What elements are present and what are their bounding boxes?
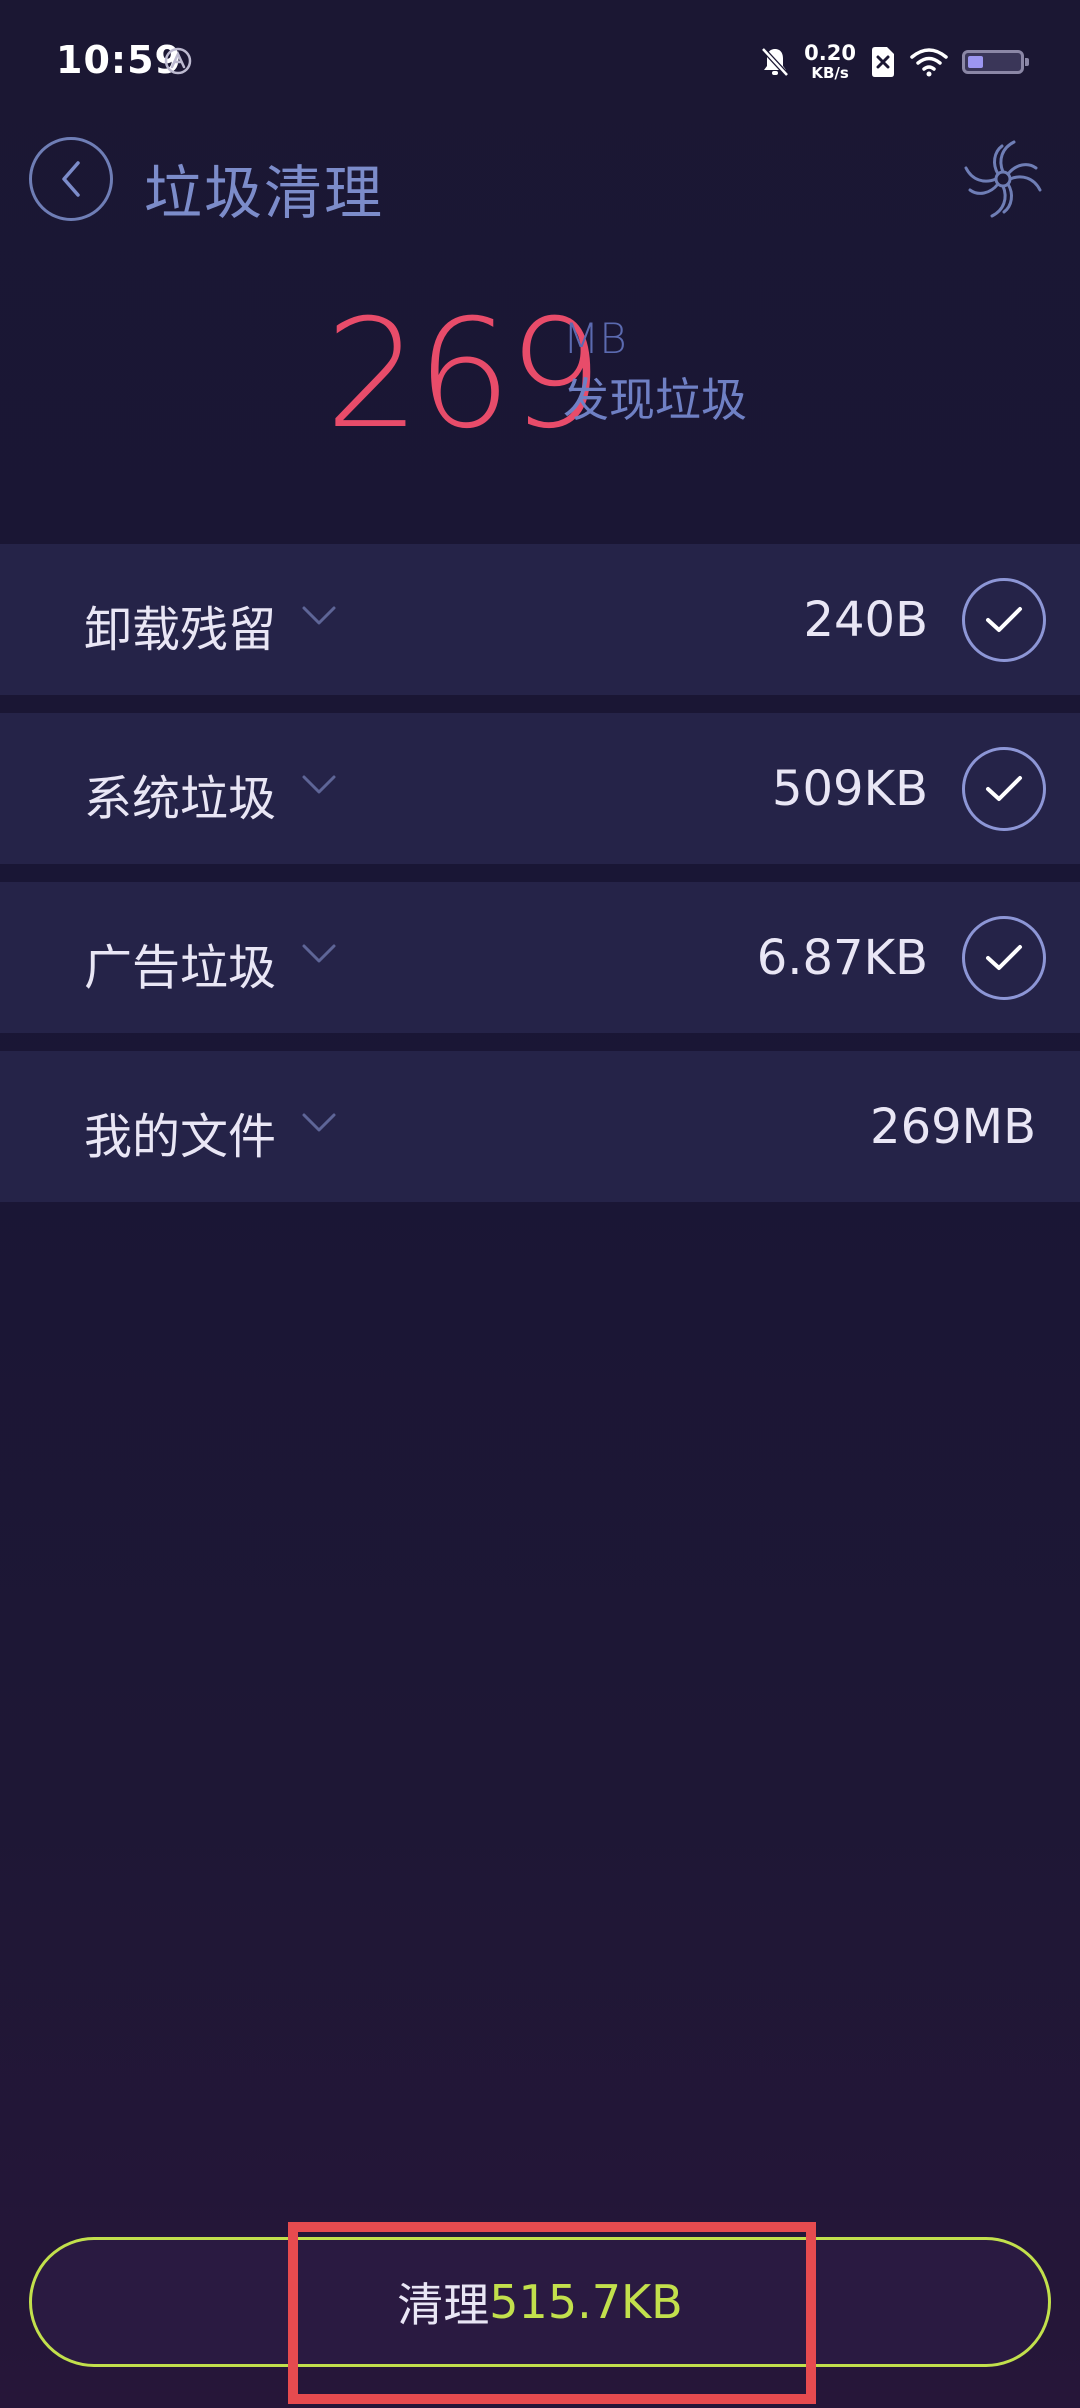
chevron-left-icon (62, 161, 80, 197)
clean-button[interactable]: 清理 515.7KB (29, 2237, 1051, 2367)
mute-bell-icon (761, 47, 790, 77)
category-size: 240B (803, 592, 928, 648)
category-name: 系统垃圾 (84, 771, 277, 827)
fan-icon[interactable] (958, 134, 1048, 224)
checkmark-icon (986, 776, 1022, 801)
junk-summary: 269 MB 发现垃圾 (0, 300, 1080, 450)
category-size: 6.87KB (756, 930, 928, 986)
clean-button-label: 清理 (397, 2278, 490, 2332)
status-icons: 0.20 KB/s (760, 38, 1029, 86)
assistant-icon (164, 47, 192, 75)
chevron-down-icon[interactable] (301, 942, 337, 966)
wifi-icon (910, 48, 948, 77)
category-name: 我的文件 (84, 1109, 277, 1165)
junk-total-size: 269 (325, 288, 603, 462)
junk-found-label: 发现垃圾 (563, 373, 747, 427)
status-bar: 10:59 0.20 KB/s (0, 0, 1080, 120)
network-speed-value: 0.20 (804, 41, 856, 65)
checkmark-icon (986, 945, 1022, 970)
junk-total-unit: MB (563, 314, 627, 363)
clean-button-amount: 515.7KB (489, 2275, 683, 2329)
category-row-uninstall-residue[interactable]: 卸载残留 240B (0, 544, 1080, 695)
chevron-down-icon[interactable] (301, 773, 337, 797)
category-name: 卸载残留 (84, 602, 277, 658)
battery-icon (962, 50, 1029, 74)
network-speed-unit: KB/s (811, 64, 849, 82)
network-speed: 0.20 KB/s (804, 43, 856, 81)
category-row-ad-junk[interactable]: 广告垃圾 6.87KB (0, 882, 1080, 1033)
category-row-system-junk[interactable]: 系统垃圾 509KB (0, 713, 1080, 864)
chevron-down-icon[interactable] (301, 1111, 337, 1135)
category-size: 509KB (771, 761, 928, 817)
category-checkbox[interactable] (962, 578, 1046, 662)
back-button[interactable] (29, 137, 113, 221)
page-title: 垃圾清理 (144, 159, 385, 227)
category-size: 269MB (870, 1099, 1036, 1155)
category-checkbox[interactable] (962, 916, 1046, 1000)
checkmark-icon (986, 607, 1022, 632)
no-sim-icon (872, 47, 894, 77)
chevron-down-icon[interactable] (301, 604, 337, 628)
category-row-my-files[interactable]: 我的文件 269MB (0, 1051, 1080, 1202)
junk-category-list: 卸载残留 240B 系统垃圾 509KB 广告垃圾 6.87KB 我的文件 26… (0, 544, 1080, 1220)
category-checkbox[interactable] (962, 747, 1046, 831)
category-name: 广告垃圾 (84, 940, 277, 996)
